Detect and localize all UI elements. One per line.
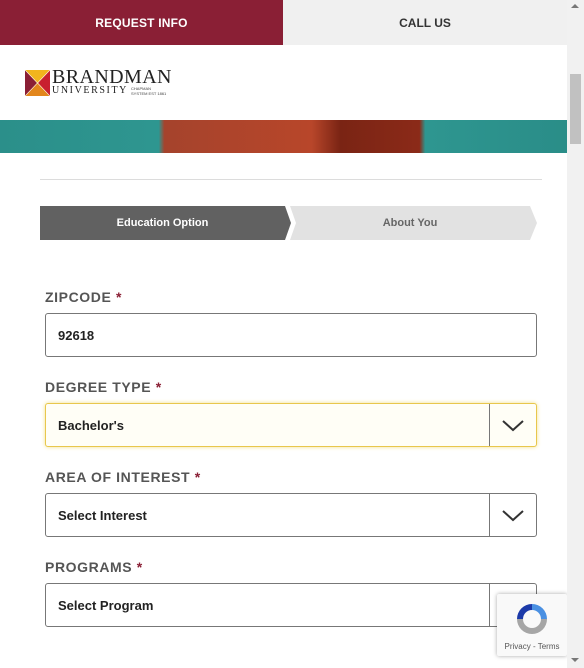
recaptcha-badge[interactable]: Privacy - Terms xyxy=(497,594,567,656)
zipcode-input[interactable]: 92618 xyxy=(45,313,537,357)
logo-mark-icon xyxy=(25,69,50,96)
scroll-down-arrow-icon[interactable] xyxy=(571,658,579,662)
required-marker: * xyxy=(194,469,201,485)
recaptcha-privacy-link[interactable]: Privacy xyxy=(505,642,531,651)
call-us-button[interactable]: CALL US xyxy=(283,0,567,45)
zipcode-label: ZIPCODE * xyxy=(45,289,122,305)
recaptcha-terms-link[interactable]: Terms xyxy=(538,642,560,651)
scroll-thumb[interactable] xyxy=(570,74,581,144)
step-education-option[interactable]: Education Option xyxy=(40,206,285,240)
degree-type-value: Bachelor's xyxy=(58,417,124,433)
programs-label-text: PROGRAMS xyxy=(45,559,133,575)
logo-name: BRANDMAN xyxy=(52,66,172,88)
chevron-down-icon[interactable] xyxy=(489,494,536,536)
site-header: BRANDMAN UNIVERSITY CHAPMAN SYSTEM EST 1… xyxy=(0,45,567,120)
recaptcha-links: Privacy - Terms xyxy=(497,642,567,651)
degree-type-label: DEGREE TYPE * xyxy=(45,379,162,395)
chevron-down-icon[interactable] xyxy=(489,404,536,446)
recaptcha-separator: - xyxy=(530,642,538,651)
zipcode-label-text: ZIPCODE xyxy=(45,289,112,305)
logo-tagline: CHAPMAN SYSTEM EST 1861 xyxy=(131,86,167,96)
programs-select[interactable]: Select Program xyxy=(45,583,537,627)
scroll-up-arrow-icon[interactable] xyxy=(571,4,579,8)
request-info-button[interactable]: REQUEST INFO xyxy=(0,0,283,45)
top-bar: REQUEST INFO CALL US xyxy=(0,0,567,45)
hero-banner-image xyxy=(0,120,567,153)
area-of-interest-label: AREA OF INTEREST * xyxy=(45,469,201,485)
required-marker: * xyxy=(136,559,143,575)
degree-type-label-text: DEGREE TYPE xyxy=(45,379,152,395)
programs-label: PROGRAMS * xyxy=(45,559,143,575)
brandman-logo[interactable]: BRANDMAN UNIVERSITY CHAPMAN SYSTEM EST 1… xyxy=(25,66,172,96)
required-marker: * xyxy=(115,289,122,305)
area-of-interest-value: Select Interest xyxy=(58,507,147,523)
area-of-interest-select[interactable]: Select Interest xyxy=(45,493,537,537)
area-of-interest-label-text: AREA OF INTEREST xyxy=(45,469,191,485)
programs-value: Select Program xyxy=(58,597,154,613)
divider xyxy=(40,179,542,180)
degree-type-select[interactable]: Bachelor's xyxy=(45,403,537,447)
logo-university: UNIVERSITY xyxy=(52,85,128,96)
zipcode-value: 92618 xyxy=(58,327,95,343)
step-about-you[interactable]: About You xyxy=(290,206,530,240)
vertical-scrollbar[interactable] xyxy=(567,0,584,668)
progress-steps: Education Option About You xyxy=(40,206,540,240)
required-marker: * xyxy=(155,379,162,395)
recaptcha-icon xyxy=(517,604,547,634)
